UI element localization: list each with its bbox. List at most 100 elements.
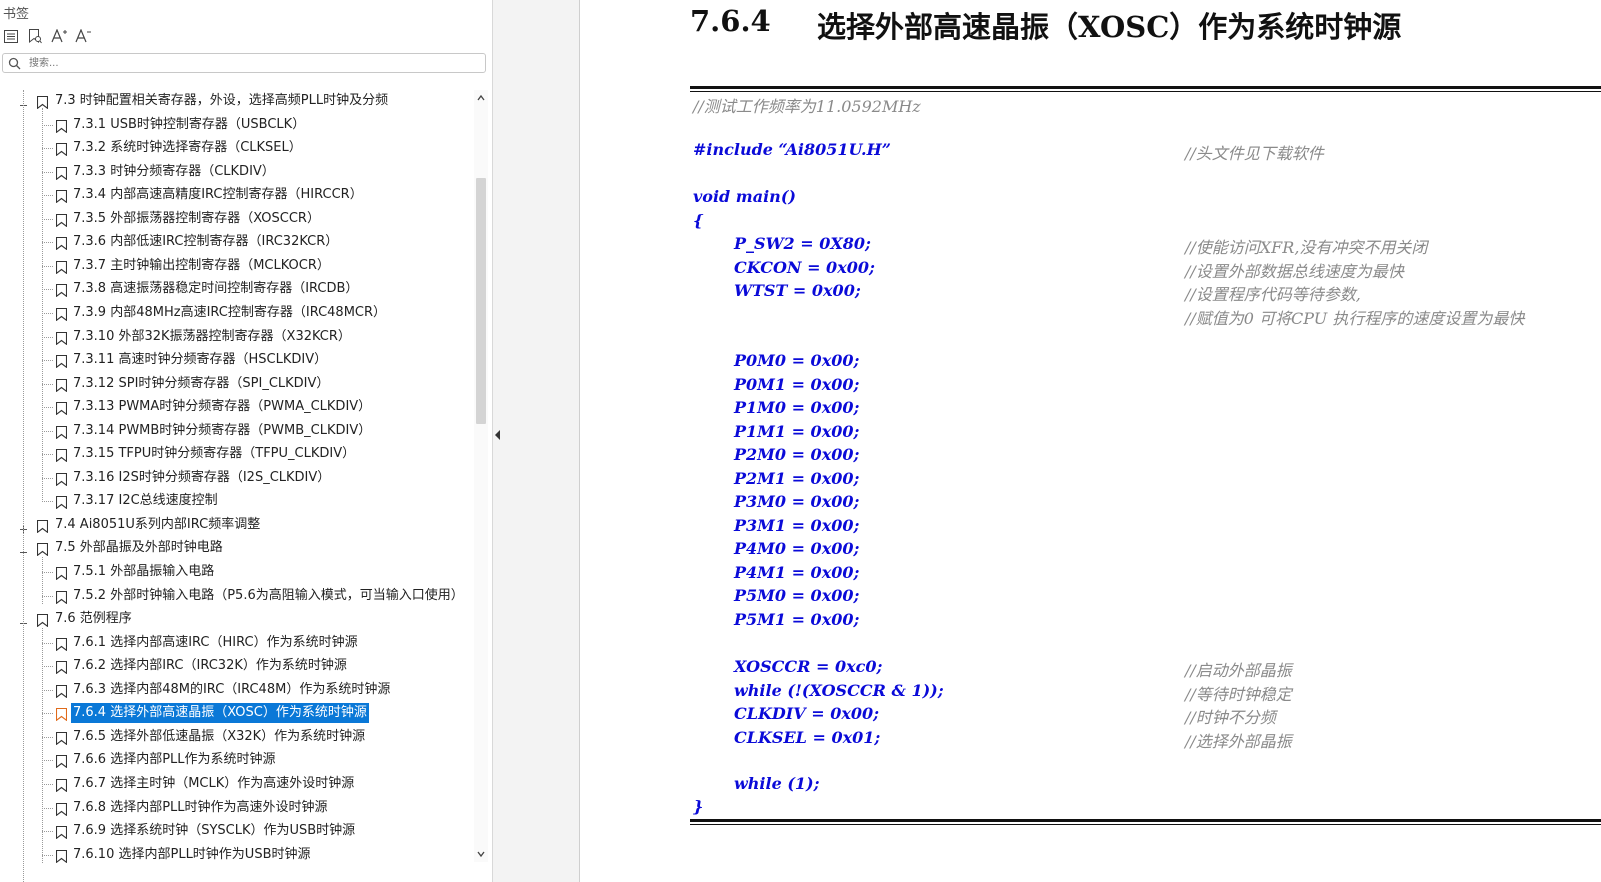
port-config-line: P1M0 = 0x00; [734, 398, 860, 417]
bookmark-label: 7.6.10 选择内部PLL时钟作为USB时钟源 [73, 846, 311, 862]
bookmark-icon [55, 566, 68, 581]
bookmark-item[interactable]: 7.6.1 选择内部高速IRC（HIRC）作为系统时钟源 [0, 632, 480, 654]
collapse-panel-icon[interactable] [493, 428, 503, 442]
bookmark-item[interactable]: 7.3.14 PWMB时钟分频寄存器（PWMB_CLKDIV） [0, 420, 480, 442]
tree-connector [42, 124, 53, 126]
include-line: #include “Ai8051U.H” [693, 140, 891, 159]
tree-connector [42, 760, 53, 762]
bookmark-item[interactable]: 7.3.13 PWMA时钟分频寄存器（PWMA_CLKDIV） [0, 396, 480, 418]
list-icon[interactable] [2, 27, 20, 45]
bookmark-label: 7.3.8 高速振荡器稳定时间控制寄存器（IRCDB） [73, 281, 359, 297]
tree-scrollbar[interactable] [474, 90, 488, 862]
search-input[interactable] [29, 56, 469, 71]
bookmark-item[interactable]: 7.6.6 选择内部PLL作为系统时钟源 [0, 749, 480, 771]
while-loop: while (1); [734, 774, 820, 793]
bookmark-label: 7.3.16 I2S时钟分频寄存器（I2S_CLKDIV） [73, 469, 331, 485]
bookmark-label: 7.3.9 内部48MHz高速IRC控制寄存器（IRC48MCR） [73, 304, 387, 320]
bookmark-item[interactable]: 7.6.10 选择内部PLL时钟作为USB时钟源 [0, 844, 480, 866]
bookmark-item[interactable]: 7.6.7 选择主时钟（MCLK）作为高速外设时钟源 [0, 773, 480, 795]
bookmark-toolbar [2, 27, 92, 47]
scroll-up-arrow-icon[interactable] [475, 92, 487, 104]
code-comment: //设置外部数据总线速度为最快 [1185, 261, 1404, 281]
bookmark-label: 7.3 时钟配置相关寄存器，外设，选择高频PLL时钟及分频 [55, 93, 389, 108]
bookmark-item[interactable]: 7.3.10 外部32K振荡器控制寄存器（X32KCR） [0, 326, 480, 348]
code-top-rule [690, 86, 1601, 92]
decrease-font-icon[interactable] [74, 27, 92, 45]
bookmark-label: 7.3.11 高速时钟分频寄存器（HSCLKDIV） [73, 352, 328, 368]
code-bottom-rule [690, 819, 1601, 825]
bookmark-section[interactable]: 7.6 范例程序 [0, 608, 480, 630]
code-line: CLKSEL = 0x01; [734, 727, 881, 747]
bookmark-section[interactable]: 7.3 时钟配置相关寄存器，外设，选择高频PLL时钟及分频 [0, 90, 480, 112]
scroll-thumb[interactable] [476, 178, 486, 424]
tree-connector [42, 289, 53, 291]
bookmark-item[interactable]: 7.3.15 TFPU时钟分频寄存器（TFPU_CLKDIV） [0, 443, 480, 465]
bookmark-label: 7.3.14 PWMB时钟分频寄存器（PWMB_CLKDIV） [73, 422, 372, 438]
bookmark-icon [55, 707, 68, 722]
bookmark-item[interactable]: 7.5.2 外部时钟输入电路（P5.6为高阻输入模式，可当输入口使用） [0, 585, 480, 607]
tree-connector [42, 430, 53, 432]
bookmark-item[interactable]: 7.3.8 高速振荡器稳定时间控制寄存器（IRCDB） [0, 278, 480, 300]
bookmark-tree: 7.3 时钟配置相关寄存器，外设，选择高频PLL时钟及分频 7.3.1 USB时钟… [0, 90, 480, 882]
bookmark-item[interactable]: 7.3.3 时钟分频寄存器（CLKDIV） [0, 161, 480, 183]
bookmark-label: 7.3.5 外部振荡器控制寄存器（XOSCCR） [73, 210, 320, 226]
panel-title: 书签 [3, 7, 30, 22]
bookmark-icon [55, 378, 68, 393]
search-icon [8, 57, 21, 70]
tree-connector [42, 557, 43, 605]
bookmark-item[interactable]: 7.6.8 选择内部PLL时钟作为高速外设时钟源 [0, 797, 480, 819]
bookmark-icon [55, 637, 68, 652]
bookmark-icon [55, 684, 68, 699]
port-config-line: P4M1 = 0x00; [734, 562, 860, 582]
bookmark-label: 7.3.10 外部32K振荡器控制寄存器（X32KCR） [73, 328, 351, 344]
find-bookmark-icon[interactable] [26, 27, 44, 45]
bookmark-icon [55, 731, 68, 746]
port-config-line: P3M1 = 0x00; [734, 515, 860, 535]
bookmark-item[interactable]: 7.3.2 系统时钟选择寄存器（CLKSEL） [0, 137, 480, 159]
code-line: CLKDIV = 0x00; [734, 704, 880, 723]
bookmark-icon [55, 260, 68, 275]
tree-connector [42, 807, 53, 809]
bookmark-section[interactable]: 7.5 外部晶振及外部时钟电路 [0, 537, 480, 559]
panel-splitter[interactable] [493, 0, 580, 882]
code-comment: //使能访问XFR,没有冲突不用关闭 [1185, 238, 1428, 257]
bookmark-item[interactable]: 7.6.4 选择外部高速晶振（XOSC）作为系统时钟源 [0, 702, 480, 724]
bookmark-item[interactable]: 7.3.5 外部振荡器控制寄存器（XOSCCR） [0, 208, 480, 230]
tree-connector [42, 627, 43, 864]
code-comment: //启动外部晶振 [1185, 661, 1292, 680]
bookmark-item[interactable]: 7.6.2 选择内部IRC（IRC32K）作为系统时钟源 [0, 655, 480, 677]
bookmark-item[interactable]: 7.3.11 高速时钟分频寄存器（HSCLKDIV） [0, 349, 480, 371]
bookmark-icon [55, 166, 68, 181]
bookmark-label: 7.6.7 选择主时钟（MCLK）作为高速外设时钟源 [73, 775, 355, 791]
tree-connector [42, 336, 53, 338]
bookmark-item[interactable]: 7.3.16 I2S时钟分频寄存器（I2S_CLKDIV） [0, 467, 480, 489]
scroll-down-arrow-icon[interactable] [475, 848, 487, 860]
bookmark-item[interactable]: 7.5.1 外部晶振输入电路 [0, 561, 480, 583]
bookmark-icon [55, 307, 68, 322]
bookmark-item[interactable]: 7.3.9 内部48MHz高速IRC控制寄存器（IRC48MCR） [0, 302, 480, 324]
bookmark-icon [55, 283, 68, 298]
bookmark-item[interactable]: 7.6.3 选择内部48M的IRC（IRC48M）作为系统时钟源 [0, 679, 480, 701]
bookmark-item[interactable]: 7.3.1 USB时钟控制寄存器（USBCLK） [0, 114, 480, 136]
bookmark-item[interactable]: 7.3.12 SPI时钟分频寄存器（SPI_CLKDIV） [0, 373, 480, 395]
code-comment: //时钟不分频 [1185, 708, 1276, 727]
include-comment: //头文件见下载软件 [1185, 144, 1324, 163]
bookmark-item[interactable]: 7.6.9 选择系统时钟（SYSCLK）作为USB时钟源 [0, 820, 480, 842]
tree-connector [42, 148, 53, 150]
bookmark-item[interactable]: 7.3.17 I2C总线速度控制 [0, 490, 480, 512]
tree-connector [42, 265, 53, 267]
bookmark-label: 7.6.5 选择外部低速晶振（X32K）作为系统时钟源 [73, 728, 366, 744]
port-config-line: P2M1 = 0x00; [734, 468, 860, 488]
bookmark-item[interactable]: 7.3.6 内部低速IRC控制寄存器（IRC32KCR） [0, 231, 480, 253]
bookmark-icon [55, 754, 68, 769]
bookmark-label: 7.6.4 选择外部高速晶振（XOSC）作为系统时钟源 [71, 703, 369, 724]
bookmark-item[interactable]: 7.3.7 主时钟输出控制寄存器（MCLKOCR） [0, 255, 480, 277]
tree-connector [42, 454, 53, 456]
close-brace: } [693, 797, 704, 816]
increase-font-icon[interactable] [50, 27, 68, 45]
bookmark-label: 7.3.17 I2C总线速度控制 [73, 493, 218, 509]
bookmark-item[interactable]: 7.6.5 选择外部低速晶振（X32K）作为系统时钟源 [0, 726, 480, 748]
bookmark-label: 7.3.3 时钟分频寄存器（CLKDIV） [73, 163, 275, 179]
bookmark-section[interactable]: 7.4 Ai8051U系列内部IRC频率调整 [0, 514, 480, 536]
bookmark-item[interactable]: 7.3.4 内部高速高精度IRC控制寄存器（HIRCCR） [0, 184, 480, 206]
